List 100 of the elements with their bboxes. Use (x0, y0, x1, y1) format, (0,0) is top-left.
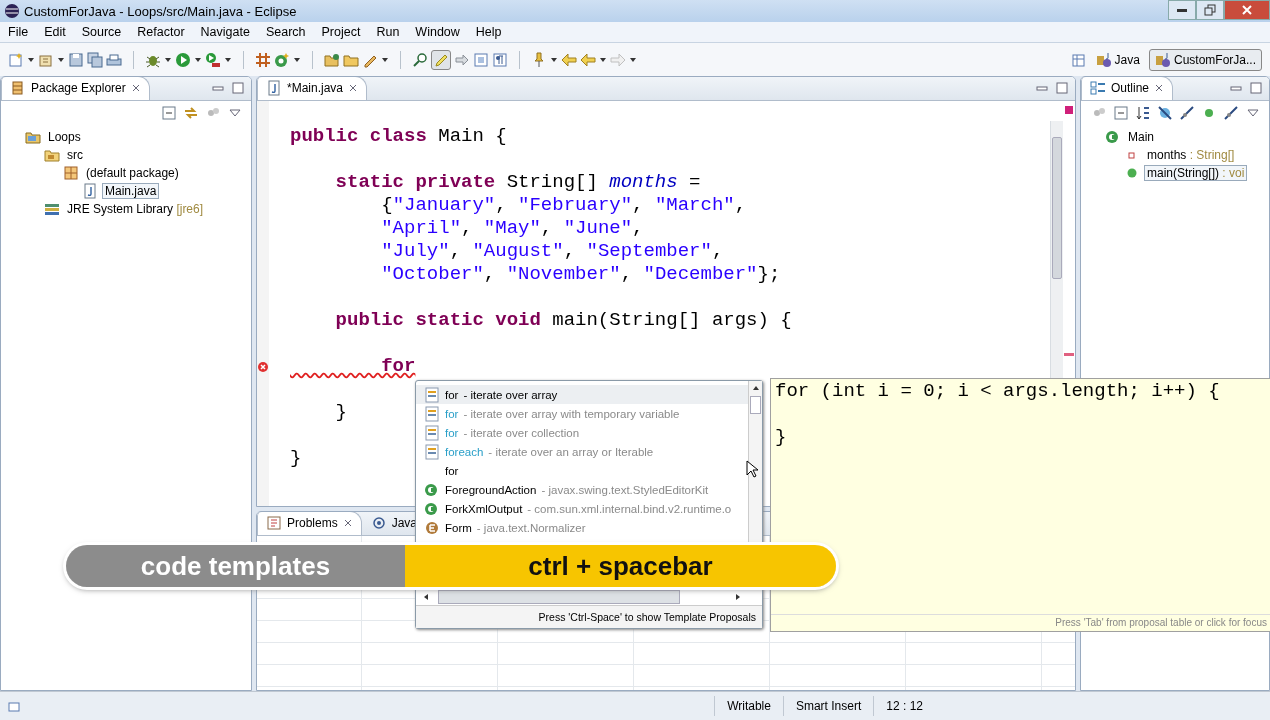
code-preview: for (int i = 0; i < args.length; i++) { } (775, 380, 1220, 448)
collapse-all-icon[interactable] (161, 105, 177, 121)
java-file-icon (266, 80, 282, 96)
tree-item[interactable]: Loops (45, 129, 84, 145)
hint-text: Press 'Tab' from proposal table or click for focus (1055, 617, 1267, 628)
menu-item[interactable]: Help (467, 25, 510, 39)
proposal-item[interactable]: ForkXmlOutput - com.sun.xml.internal.bind.v2.runtime.o (416, 499, 748, 518)
error-summary-icon (1064, 105, 1074, 115)
menu-item[interactable]: Source (73, 25, 130, 39)
template-icon (424, 405, 440, 422)
new-class-icon[interactable] (274, 51, 290, 68)
source-folder-icon (44, 147, 60, 163)
menu-item[interactable]: Search (257, 25, 314, 39)
dropdown-caret-icon[interactable] (629, 55, 637, 64)
dropdown-caret-icon[interactable] (194, 55, 202, 64)
menu-item[interactable]: Navigate (192, 25, 258, 39)
menu-item[interactable]: Project (313, 25, 369, 39)
tree-item[interactable]: (default package) (83, 165, 182, 181)
restore-icon (1204, 4, 1216, 16)
search-icon[interactable] (412, 51, 428, 68)
menu-item[interactable]: Edit (36, 25, 74, 39)
view-tab[interactable]: Outline (1081, 77, 1174, 100)
tree-item[interactable]: Main.java (102, 183, 160, 199)
proposal-item[interactable]: for - iterate over array (416, 385, 748, 404)
fast-view-icon[interactable] (8, 700, 20, 712)
view-tab[interactable]: Package Explorer (1, 77, 150, 100)
menu-item[interactable]: Window (407, 25, 468, 39)
code-line: "April", "May", "June", (380, 217, 644, 239)
dropdown-caret-icon[interactable] (57, 55, 65, 64)
dropdown-caret-icon[interactable] (293, 55, 301, 64)
save-all-icon[interactable] (87, 51, 103, 68)
scroll-right-icon[interactable] (734, 593, 742, 601)
proposal-item[interactable]: foreach - iterate over an array or Iterable (416, 442, 748, 461)
close-icon[interactable] (348, 83, 359, 93)
hide-fields-icon[interactable] (1157, 105, 1173, 121)
menu-item[interactable]: File (0, 25, 37, 39)
caption-topic: code templates (66, 545, 405, 587)
dropdown-caret-icon[interactable] (27, 55, 35, 64)
dropdown-caret-icon[interactable] (164, 55, 172, 64)
code-line: public static void main(String[] args) { (334, 309, 792, 331)
perspective-button[interactable]: CustomForJa... (1148, 48, 1262, 71)
run-icon[interactable] (175, 51, 191, 68)
proposal-item[interactable]: for - iterate over collection (416, 423, 748, 442)
tree-item[interactable]: months : String[] (1144, 147, 1238, 163)
horizontal-scrollbar[interactable] (422, 589, 742, 605)
at-sign-icon (370, 515, 387, 531)
tree-item[interactable]: JRE System Library [jre6] (64, 201, 207, 217)
eclipse-logo-icon (4, 3, 20, 19)
minimize-icon (1177, 8, 1187, 12)
library-books-icon (44, 201, 60, 217)
link-editor-icon[interactable] (183, 105, 199, 121)
open-perspective-icon[interactable] (1070, 51, 1087, 68)
maximize-icon[interactable] (1249, 81, 1263, 95)
proposal-item[interactable]: ForegroundAction - javax.swing.text.StyledEditorKit (416, 480, 748, 499)
close-icon[interactable] (130, 83, 141, 93)
collapse-all-icon[interactable] (1113, 105, 1129, 121)
open-folder-icon[interactable] (324, 51, 340, 68)
sort-icon[interactable] (1135, 105, 1151, 121)
proposal-item[interactable]: for - iterate over array with temporary variable (416, 404, 748, 423)
dropdown-caret-icon[interactable] (224, 55, 232, 64)
dropdown-caret-icon[interactable] (550, 55, 558, 64)
tree-item[interactable]: Main (1125, 129, 1157, 145)
outline-icon (1090, 80, 1106, 96)
status-text: Smart Insert (782, 696, 874, 716)
tree-item[interactable]: src (64, 147, 86, 163)
class-icon (1105, 129, 1121, 145)
scroll-left-icon[interactable] (422, 593, 430, 601)
minimize-button[interactable] (1168, 0, 1196, 20)
caption-shortcut: ctrl + spacebar (405, 545, 836, 587)
hint-text: Press 'Ctrl-Space' to show Template Proposals (538, 611, 756, 623)
close-icon[interactable] (342, 518, 353, 528)
enum-icon (424, 519, 440, 536)
status-text: 12 : 12 (873, 696, 935, 716)
grid-icon[interactable] (255, 51, 271, 68)
editor-tab[interactable]: *Main.java (257, 77, 368, 100)
proposal-item[interactable]: for (416, 461, 748, 480)
package-explorer-icon (10, 80, 26, 96)
whitespace-icon[interactable] (492, 51, 508, 68)
code-line: public class Main { (290, 125, 507, 147)
project-folder-icon (25, 129, 41, 145)
scroll-up-icon[interactable] (751, 384, 760, 392)
proposal-item[interactable]: Form - java.text.Normalizer (416, 518, 748, 537)
dropdown-caret-icon[interactable] (381, 55, 389, 64)
view-tab[interactable]: Problems (257, 512, 362, 535)
maximize-icon[interactable] (231, 81, 245, 95)
code-line: "July", "August", "September", (380, 240, 724, 262)
menu-item[interactable]: Run (368, 25, 408, 39)
hide-static-icon[interactable] (1179, 105, 1195, 121)
run-tool-icon[interactable] (205, 51, 221, 68)
close-icon[interactable] (1154, 83, 1165, 93)
template-icon (424, 424, 440, 441)
hide-local-icon[interactable] (1223, 105, 1239, 121)
tree-item[interactable]: main(String[]) : voi (1144, 165, 1248, 181)
print-icon[interactable] (106, 51, 122, 68)
dropdown-caret-icon[interactable] (599, 55, 607, 64)
scrollbar-thumb[interactable] (750, 396, 761, 414)
perspective-button[interactable]: Java (1089, 48, 1146, 71)
menu-item[interactable]: Refactor (129, 25, 193, 39)
close-button[interactable] (1224, 0, 1270, 20)
maximize-icon[interactable] (1055, 81, 1069, 95)
